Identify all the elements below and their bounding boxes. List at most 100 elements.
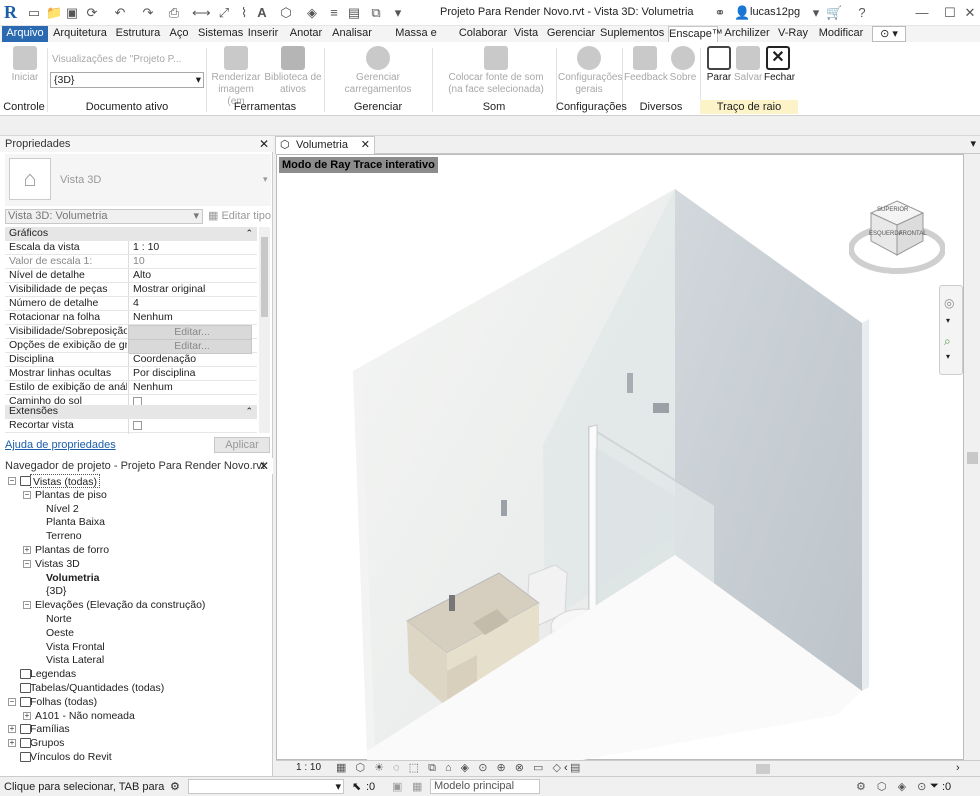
tabs-menu-icon[interactable]: ▾: [970, 137, 976, 150]
feedback-button[interactable]: Feedback: [624, 46, 668, 84]
parar-button[interactable]: Parar: [704, 46, 734, 84]
colocar-fonte-som-button[interactable]: Colocar fonte de som (na face selecionad…: [440, 46, 552, 96]
tab-analisar[interactable]: Analisar: [332, 26, 372, 42]
tree-node[interactable]: Norte: [46, 612, 72, 626]
workset-dropdown[interactable]: ▾: [188, 779, 344, 794]
tree-node[interactable]: Legendas: [30, 667, 76, 681]
tab-aco[interactable]: Aço: [166, 26, 192, 42]
filter-icon[interactable]: ⏷: [930, 780, 939, 793]
biblioteca-button[interactable]: Biblioteca de ativos: [264, 46, 322, 96]
binoculars-icon[interactable]: ⚭: [712, 5, 728, 21]
type-selector[interactable]: ⌂ Vista 3D ▾: [5, 154, 271, 206]
expand-icon[interactable]: +: [8, 739, 16, 748]
editable-only-icon[interactable]: ▦: [412, 780, 422, 793]
collapse-icon[interactable]: −: [8, 477, 16, 485]
configuracoes-gerais-button[interactable]: Configurações gerais: [558, 46, 622, 96]
horizontal-scroll-thumb[interactable]: [756, 764, 770, 774]
view-scale[interactable]: 1 : 10: [296, 762, 321, 773]
close-hidden-icon[interactable]: ▤: [346, 5, 362, 21]
user-icon[interactable]: 👤: [734, 5, 750, 21]
tab-inserir[interactable]: Inserir: [246, 26, 280, 42]
close-icon[interactable]: ✕: [259, 136, 269, 152]
scrollbar-thumb[interactable]: [967, 452, 978, 464]
tab-colaborar[interactable]: Colaborar: [458, 26, 508, 42]
cart-icon[interactable]: 🛒: [826, 5, 842, 21]
property-value[interactable]: 1 : 10: [128, 241, 252, 254]
scroll-right-icon[interactable]: ›: [956, 762, 960, 774]
dimension-icon[interactable]: ⤢: [216, 5, 232, 21]
thin-lines-icon[interactable]: ≡: [326, 5, 342, 21]
tree-node[interactable]: Vistas 3D: [35, 557, 80, 571]
property-value[interactable]: Nenhum: [128, 311, 252, 324]
open-file-icon[interactable]: 📁: [46, 5, 62, 21]
scroll-left-icon[interactable]: ‹: [564, 762, 568, 774]
tree-node[interactable]: Tabelas/Quantidades (todas): [30, 681, 164, 695]
status-tool-icons[interactable]: ⚙ ⬡ ◈ ⊙: [856, 780, 930, 793]
collapse-icon[interactable]: −: [23, 559, 31, 568]
tree-node[interactable]: Famílias: [30, 722, 70, 736]
checkbox[interactable]: [133, 421, 142, 430]
group-graficos[interactable]: Gráficos ⌃: [5, 227, 257, 241]
tab-modificar[interactable]: Modificar: [816, 26, 866, 42]
steering-wheel-icon[interactable]: ◎: [944, 296, 954, 310]
tab-enscape[interactable]: Enscape™: [668, 26, 723, 43]
3d-view-canvas[interactable]: Modo de Ray Trace interativo SUPERIOR ES…: [276, 154, 964, 761]
tab-arquitetura[interactable]: Arquitetura: [52, 26, 108, 42]
model-dropdown[interactable]: Modelo principal: [430, 779, 540, 794]
tab-arquivo[interactable]: Arquivo: [2, 26, 48, 42]
edit-button[interactable]: Editar...: [128, 325, 252, 340]
viewcube[interactable]: SUPERIOR ESQUERDA FRONTAL: [848, 195, 946, 275]
sobre-button[interactable]: Sobre: [668, 46, 698, 84]
redo-icon[interactable]: ↷: [140, 5, 156, 21]
minimize-icon[interactable]: —: [914, 5, 930, 21]
tab-vray[interactable]: V-Ray: [776, 26, 810, 42]
edit-button[interactable]: Editar...: [128, 339, 252, 354]
tree-node[interactable]: Vista Frontal: [46, 640, 105, 654]
tree-node[interactable]: Terreno: [46, 529, 82, 543]
property-value[interactable]: 4: [128, 297, 252, 310]
tree-node[interactable]: Vista Lateral: [46, 653, 104, 667]
property-value[interactable]: Nenhum: [128, 381, 252, 394]
properties-help-link[interactable]: Ajuda de propriedades: [5, 439, 116, 451]
tab-massa-terreno[interactable]: Massa e terreno: [378, 26, 454, 54]
tab-archilizer[interactable]: Archilizer: [724, 26, 770, 42]
apply-button[interactable]: Aplicar: [214, 437, 270, 453]
tree-node[interactable]: Volumetria: [46, 571, 99, 585]
tree-node[interactable]: Plantas de piso: [35, 488, 107, 502]
properties-scrollbar[interactable]: [259, 227, 270, 433]
tree-node[interactable]: Folhas (todas): [30, 695, 97, 709]
ribbon-options-icon[interactable]: ⊙ ▾: [872, 26, 906, 42]
edit-type-button[interactable]: ▦ Editar tipo: [208, 209, 271, 222]
section-icon[interactable]: ◈: [304, 5, 320, 21]
3d-view-icon[interactable]: ⬡: [278, 5, 294, 21]
fechar-button[interactable]: ✕ Fechar: [764, 46, 795, 84]
text-icon[interactable]: A: [254, 5, 270, 21]
tab-estrutura[interactable]: Estrutura: [114, 26, 162, 42]
tree-node[interactable]: Elevações (Elevação da construção): [35, 598, 205, 612]
scrollbar-thumb[interactable]: [261, 237, 268, 317]
tab-vista[interactable]: Vista: [512, 26, 540, 42]
gerenciar-carregamentos-button[interactable]: Gerenciar carregamentos: [340, 46, 416, 96]
help-icon[interactable]: ?: [854, 5, 870, 21]
chevron-down-icon[interactable]: ▾: [808, 5, 824, 21]
close-icon[interactable]: ✕: [962, 5, 978, 21]
tree-node[interactable]: A101 - Não nomeada: [35, 709, 135, 723]
tab-volumetria[interactable]: ⬡ Volumetria ✕: [275, 136, 375, 154]
selection-icon[interactable]: ⬉: [352, 780, 361, 793]
tag-icon[interactable]: ⌇: [236, 5, 252, 21]
expand-icon[interactable]: +: [8, 725, 16, 734]
expand-icon[interactable]: +: [23, 546, 31, 554]
close-icon[interactable]: ✕: [361, 137, 370, 153]
tree-node[interactable]: Vínculos do Revit: [30, 750, 112, 764]
close-icon[interactable]: ✕: [259, 458, 269, 474]
tree-node[interactable]: Planta Baixa: [46, 515, 105, 529]
tree-node[interactable]: Plantas de forro: [35, 543, 109, 557]
revit-logo-icon[interactable]: R: [4, 2, 20, 22]
renderizar-button[interactable]: Renderizar imagem (em: [210, 46, 262, 108]
tab-anotar[interactable]: Anotar: [286, 26, 326, 42]
collapse-icon[interactable]: −: [23, 601, 31, 610]
property-value[interactable]: Mostrar original: [128, 283, 252, 296]
property-value[interactable]: Por disciplina: [128, 367, 252, 380]
property-value[interactable]: Alto: [128, 269, 252, 282]
view-scrollbar[interactable]: [965, 154, 980, 760]
